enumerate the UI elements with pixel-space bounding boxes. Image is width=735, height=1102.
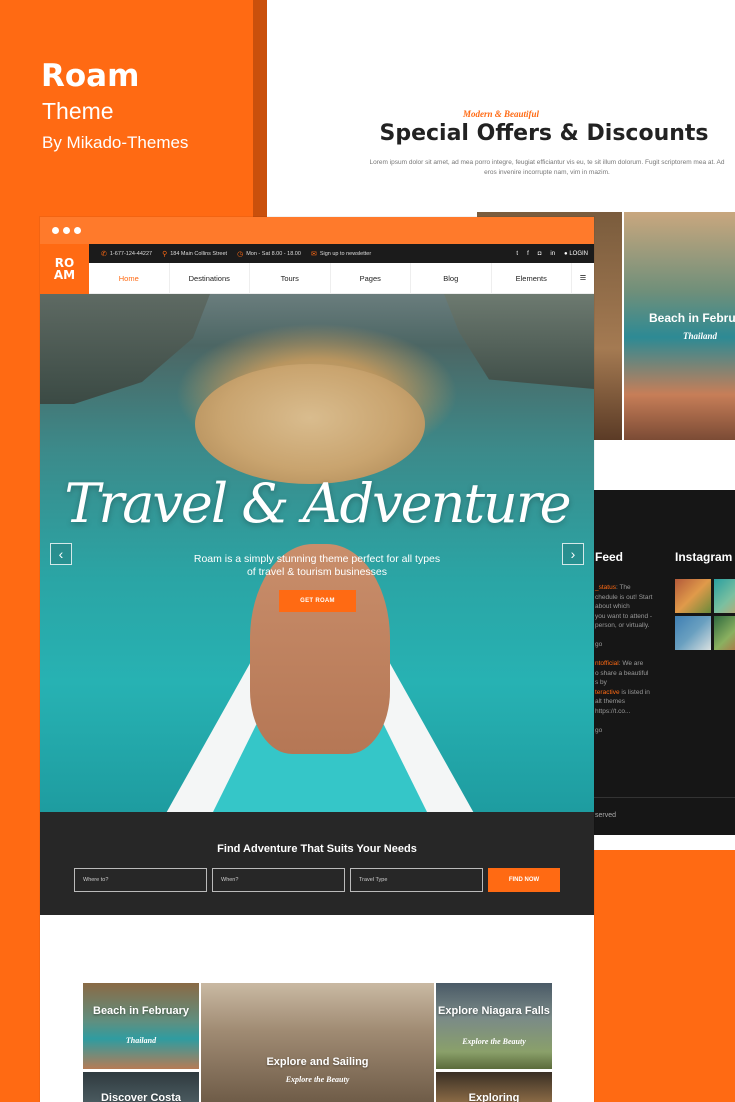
nav-pages[interactable]: Pages [331, 263, 411, 293]
facebook-icon[interactable]: f [527, 251, 529, 257]
phone-info[interactable]: ✆ 1-677-124-44227 [101, 250, 152, 258]
feed-line [595, 650, 665, 660]
tile-niagara-falls[interactable]: Explore Niagara Falls Explore the Beauty [436, 983, 552, 1069]
hero-image-cliff [40, 294, 210, 404]
phone-icon: ✆ [101, 250, 107, 258]
main-navigation: Home Destinations Tours Pages Blog Eleme… [89, 263, 594, 294]
hamburger-menu-icon[interactable]: ≡ [572, 263, 594, 293]
feed-line: o share a beautiful [595, 669, 649, 677]
feed-title: Feed [595, 550, 624, 564]
social-links: t f ◘ in ● LOGIN [516, 251, 594, 257]
brand-title: Roam [41, 58, 140, 94]
hours-info: ◷ Mon - Sat 8.00 - 18.00 [237, 250, 301, 258]
date-input[interactable]: When? [212, 868, 345, 892]
instagram-photo[interactable] [714, 616, 735, 650]
destination-input[interactable]: Where to? [74, 868, 207, 892]
nav-home[interactable]: Home [89, 263, 170, 293]
tile-subtitle: Explore the Beauty [285, 1075, 350, 1084]
feed-line: ntofficial: We are [595, 660, 644, 667]
tile-exploring[interactable]: Exploring [436, 1072, 552, 1102]
slider-next-icon[interactable]: › [562, 543, 584, 565]
feed-line: chedule is out! Start [595, 593, 653, 601]
twitter-feed: _status: The chedule is out! Start about… [595, 583, 665, 735]
hero-title: Travel & Adventure [64, 472, 571, 535]
browser-window: RO AM ✆ 1-677-124-44227 ⚲ 184 Main Collins… [40, 217, 594, 1102]
tile-title: Explore Niagara Falls [438, 1005, 550, 1017]
hero-description: Roam is a simply stunning theme perfect … [193, 553, 441, 578]
instagram-photo[interactable] [675, 579, 711, 613]
clock-icon: ◷ [237, 250, 244, 258]
feed-line [595, 716, 665, 726]
window-dot-icon[interactable] [52, 227, 59, 234]
location-pin-icon: ⚲ [162, 250, 168, 258]
feed-line: teractive is listed in [595, 688, 650, 696]
tile-title: Exploring [468, 1092, 520, 1102]
brand-author: By Mikado-Themes [42, 133, 189, 152]
newsletter-link[interactable]: ✉ Sign up to newsletter [311, 250, 371, 258]
site-logo[interactable]: RO AM [40, 244, 89, 294]
feed-line: person, or virtually. [595, 622, 650, 629]
feed-line: about which [595, 603, 630, 610]
nav-elements[interactable]: Elements [492, 263, 572, 293]
feed-line: you want to attend - [595, 612, 653, 620]
feed-line: alt themes [595, 698, 625, 705]
feed-line: https://t.co... [595, 707, 631, 715]
tile-discover-costa[interactable]: Discover Costa [83, 1072, 199, 1102]
tile-title: Beach in February [93, 1005, 189, 1017]
tile-explore-sailing[interactable]: Explore and Sailing Explore the Beauty [201, 983, 434, 1102]
offers-tagline: Modern & Beautiful [462, 109, 539, 119]
envelope-icon: ✉ [310, 250, 317, 258]
find-now-button[interactable]: FIND NOW [488, 868, 560, 892]
hero-image-cliff [444, 294, 594, 389]
linkedin-icon[interactable]: in [550, 251, 555, 257]
feed-line: _status: The [595, 584, 631, 591]
tour-search-section: Find Adventure That Suits Your Needs Whe… [40, 812, 594, 915]
offer-card-title: Beach in Febru [649, 311, 735, 325]
instagram-icon[interactable]: ◘ [538, 251, 542, 257]
brand-subtitle: Theme [42, 98, 114, 124]
offer-image-beach[interactable] [624, 212, 735, 440]
window-dot-icon[interactable] [74, 227, 81, 234]
instagram-grid [675, 579, 735, 650]
window-dot-icon[interactable] [63, 227, 70, 234]
offer-card-subtitle: Thailand [683, 331, 718, 341]
search-title: Find Adventure That Suits Your Needs [217, 843, 417, 855]
tile-subtitle: Explore the Beauty [462, 1037, 526, 1046]
offers-title: Special Offers & Discounts [379, 121, 709, 146]
nav-blog[interactable]: Blog [411, 263, 492, 293]
top-info-bar: ✆ 1-677-124-44227 ⚲ 184 Main Collins Stree… [89, 244, 594, 263]
offers-text: Lorem ipsum dolor sit amet, ad mea porro… [369, 159, 725, 176]
slider-prev-icon[interactable]: ‹ [50, 543, 72, 565]
browser-title-bar [40, 217, 594, 244]
hero-slider: Travel & Adventure Roam is a simply stun… [40, 294, 594, 812]
tile-title: Discover Costa [100, 1092, 182, 1102]
tile-beach-february[interactable]: Beach in February Thailand [83, 983, 199, 1069]
feed-line: go [595, 726, 603, 734]
feed-line [595, 631, 665, 641]
tile-title: Explore and Sailing [266, 1056, 369, 1068]
feed-line: s by [595, 679, 607, 686]
instagram-photo[interactable] [675, 616, 711, 650]
instagram-title: Instagram [675, 550, 733, 564]
travel-type-select[interactable]: Travel Type [350, 868, 483, 892]
nav-destinations[interactable]: Destinations [170, 263, 250, 293]
login-link[interactable]: ● LOGIN [564, 251, 588, 257]
hero-image-hat [195, 364, 425, 484]
instagram-photo[interactable] [714, 579, 735, 613]
copyright-text: served [595, 812, 617, 819]
feed-line: go [595, 641, 603, 648]
nav-tours[interactable]: Tours [250, 263, 331, 293]
twitter-icon[interactable]: t [516, 251, 518, 257]
address-info: ⚲ 184 Main Collins Street [162, 250, 228, 258]
tile-subtitle: Thailand [125, 1036, 157, 1045]
get-roam-button[interactable]: GET ROAM [279, 590, 356, 612]
